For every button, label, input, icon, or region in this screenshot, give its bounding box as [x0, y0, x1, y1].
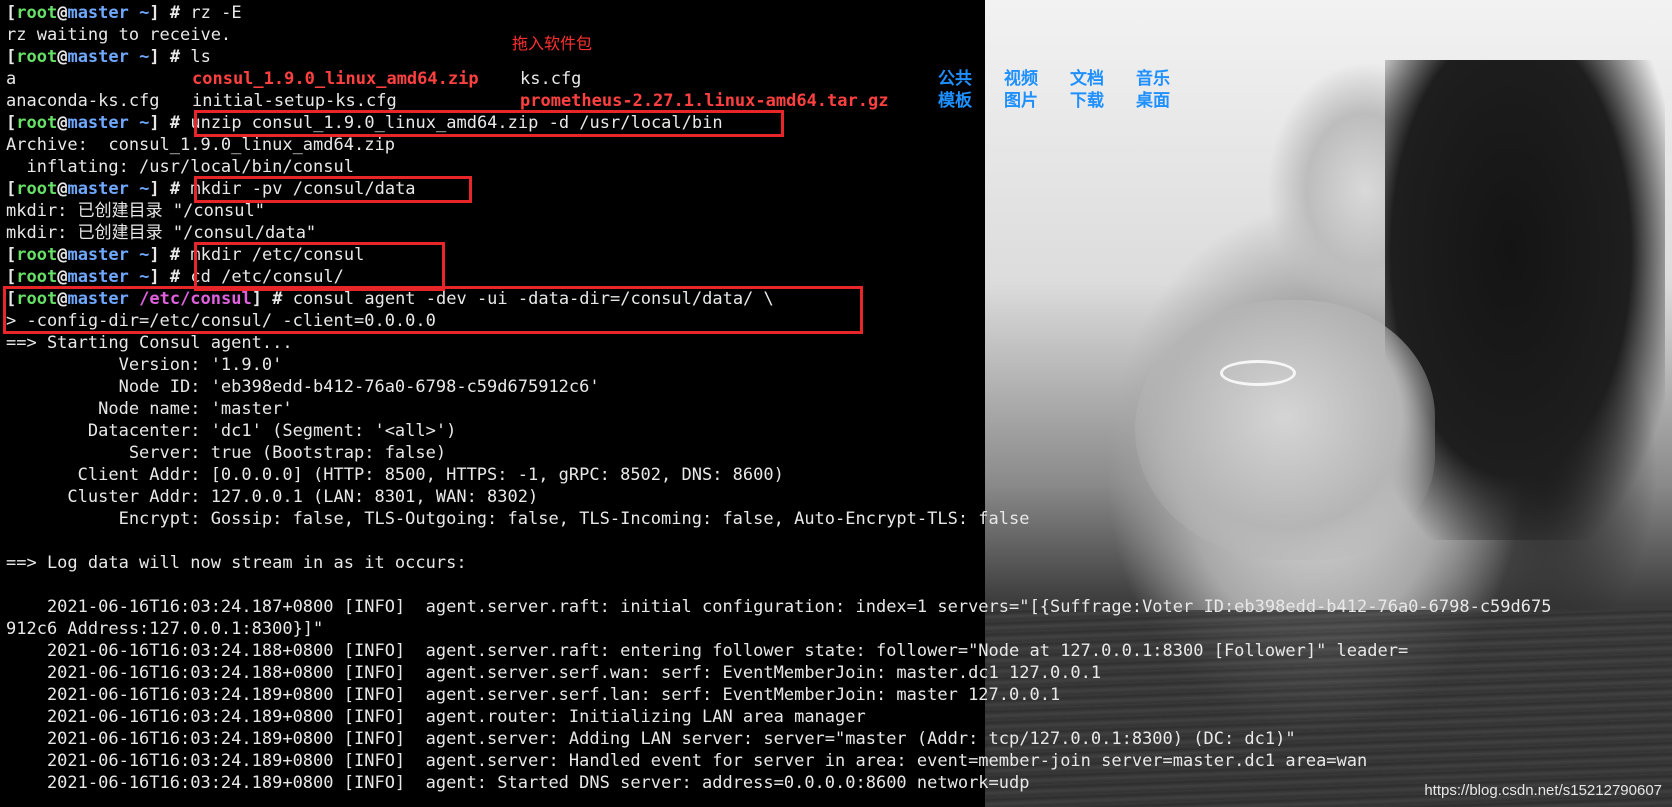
- ls-item-initial: initial-setup-ks.cfg: [192, 91, 397, 111]
- ls-dir-music: 音乐: [1136, 69, 1170, 89]
- mkdir-output-1: mkdir: 已创建目录 "/consul": [6, 201, 265, 221]
- version-line: Version: '1.9.0': [6, 355, 283, 375]
- starting-line: ==> Starting Consul agent...: [6, 333, 293, 353]
- terminal-window[interactable]: [root@master ~] # rz -E rz waiting to re…: [0, 0, 1672, 807]
- log-stream-line: ==> Log data will now stream in as it oc…: [6, 553, 467, 573]
- command-rz: rz -E: [190, 3, 242, 23]
- datacenter-line: Datacenter: 'dc1' (Segment: '<all>'): [6, 421, 457, 441]
- inflating-line: inflating: /usr/local/bin/consul: [6, 157, 354, 177]
- log-line: 2021-06-16T16:03:24.189+0800 [INFO] agen…: [6, 707, 866, 727]
- prompt-line-rz: [root@master ~] # rz -E: [6, 3, 242, 23]
- ls-item-a: a: [6, 69, 17, 89]
- client-addr-line: Client Addr: [0.0.0.0] (HTTP: 8500, HTTP…: [6, 465, 784, 485]
- log-line: 2021-06-16T16:03:24.188+0800 [INFO] agen…: [6, 663, 1102, 683]
- log-line: 2021-06-16T16:03:24.187+0800 [INFO] agen…: [6, 597, 1552, 617]
- log-line: 2021-06-16T16:03:24.189+0800 [INFO] agen…: [6, 729, 1296, 749]
- command-ls: ls: [190, 47, 211, 67]
- ls-dir-templates: 模板: [938, 91, 972, 111]
- ls-dir-downloads: 下载: [1070, 91, 1104, 111]
- log-line: 912c6 Address:127.0.0.1:8300}]": [6, 619, 324, 639]
- ls-item-prometheus: prometheus-2.27.1.linux-amd64.tar.gz: [520, 91, 889, 111]
- highlight-box-mkdir: [194, 176, 472, 203]
- drag-package-annotation: 拖入软件包: [512, 34, 593, 53]
- ls-item-ks: ks.cfg: [520, 69, 582, 89]
- highlight-box-unzip: [194, 110, 784, 137]
- log-line: 2021-06-16T16:03:24.188+0800 [INFO] agen…: [6, 641, 1409, 661]
- prompt-line-ls: [root@master ~] # ls: [6, 47, 211, 67]
- cluster-addr-line: Cluster Addr: 127.0.0.1 (LAN: 8301, WAN:…: [6, 487, 539, 507]
- ls-item-consul-zip: consul_1.9.0_linux_amd64.zip: [192, 69, 479, 89]
- node-id-line: Node ID: 'eb398edd-b412-76a0-6798-c59d67…: [6, 377, 600, 397]
- ls-dir-public: 公共: [938, 69, 972, 89]
- log-line: 2021-06-16T16:03:24.189+0800 [INFO] agen…: [6, 773, 1030, 793]
- ls-dir-desktop: 桌面: [1136, 91, 1170, 111]
- mkdir-output-2: mkdir: 已创建目录 "/consul/data": [6, 223, 317, 243]
- log-line: 2021-06-16T16:03:24.189+0800 [INFO] agen…: [6, 751, 1368, 771]
- watermark: https://blog.csdn.net/s15212790607: [1424, 782, 1662, 799]
- highlight-box-etc: [194, 242, 445, 291]
- node-name-line: Node name: 'master': [6, 399, 293, 419]
- server-line: Server: true (Bootstrap: false): [6, 443, 447, 463]
- log-line: 2021-06-16T16:03:24.189+0800 [INFO] agen…: [6, 685, 1061, 705]
- ls-dir-documents: 文档: [1070, 69, 1104, 89]
- archive-line: Archive: consul_1.9.0_linux_amd64.zip: [6, 135, 395, 155]
- ls-item-anaconda: anaconda-ks.cfg: [6, 91, 160, 111]
- ls-dir-pictures: 图片: [1004, 91, 1038, 111]
- rz-wait-line: rz waiting to receive.: [6, 25, 232, 45]
- encrypt-line: Encrypt: Gossip: false, TLS-Outgoing: fa…: [6, 509, 1030, 529]
- ls-dir-videos: 视频: [1004, 69, 1038, 89]
- highlight-box-agent: [3, 286, 863, 334]
